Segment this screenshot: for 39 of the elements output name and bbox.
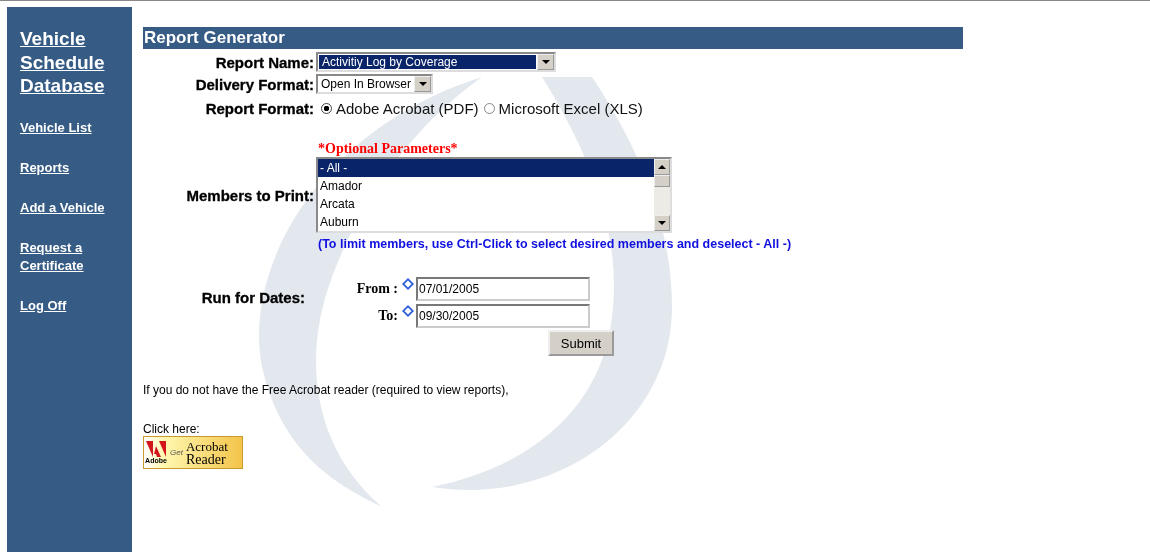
radio-button[interactable]: [483, 103, 495, 114]
sidebar-link[interactable]: Vehicle List: [20, 118, 120, 137]
adobe-logo-icon: [146, 440, 166, 457]
date-label: To:: [378, 307, 398, 324]
radio-label: Adobe Acrobat (PDF): [336, 100, 479, 117]
badge-subtitle: Reader: [185, 452, 227, 466]
calendar-icon[interactable]: [402, 305, 414, 317]
from-date-field[interactable]: 07/01/2005: [416, 276, 590, 301]
field-label: Report Format:: [204, 100, 315, 117]
site-title-link[interactable]: Vehicle Schedule Database: [20, 27, 120, 98]
scrollbar[interactable]: [654, 159, 670, 231]
page-title: Report Generator: [144, 28, 285, 47]
list-item[interactable]: Amador: [318, 177, 654, 195]
sidebar-link[interactable]: Reports: [20, 158, 120, 177]
members-hint: (To limit members, use Ctrl-Click to select desired members and deselect - All -): [318, 237, 793, 251]
report-name-dropdown[interactable]: Activitiy Log by Coverage: [316, 52, 556, 72]
radio-label: Microsoft Excel (XLS): [498, 100, 643, 117]
field-label: Report Name:: [214, 53, 315, 71]
optional-parameters-heading: *Optional Parameters*: [318, 140, 459, 157]
members-listbox[interactable]: - All - Amador Arcata Auburn: [316, 157, 672, 233]
sidebar-link[interactable]: Add a Vehicle: [20, 198, 120, 217]
list-item[interactable]: Auburn: [318, 213, 654, 231]
sidebar-link[interactable]: Log Off: [20, 296, 120, 315]
field-label: Members to Print:: [185, 186, 315, 204]
click-here-text: Click here:: [143, 422, 201, 436]
delivery-format-dropdown[interactable]: Open In Browser: [316, 74, 434, 94]
submit-button[interactable]: Submit: [548, 330, 614, 356]
date-label: From :: [356, 280, 398, 297]
list-item[interactable]: Arcata: [318, 195, 654, 213]
badge-title: Acrobat: [185, 439, 228, 453]
to-date-field[interactable]: 09/30/2005: [416, 303, 590, 328]
list-item[interactable]: - All -: [318, 159, 654, 177]
sidebar-link[interactable]: Request a Certificate: [20, 238, 120, 275]
field-label: Run for Dates:: [200, 289, 306, 306]
badge-get: Get: [170, 448, 183, 457]
field-label: Delivery Format:: [194, 75, 315, 93]
acrobat-note: If you do not have the Free Acrobat reader (required to view reports),: [143, 383, 510, 397]
radio-button[interactable]: [321, 103, 332, 114]
calendar-icon[interactable]: [402, 278, 414, 290]
